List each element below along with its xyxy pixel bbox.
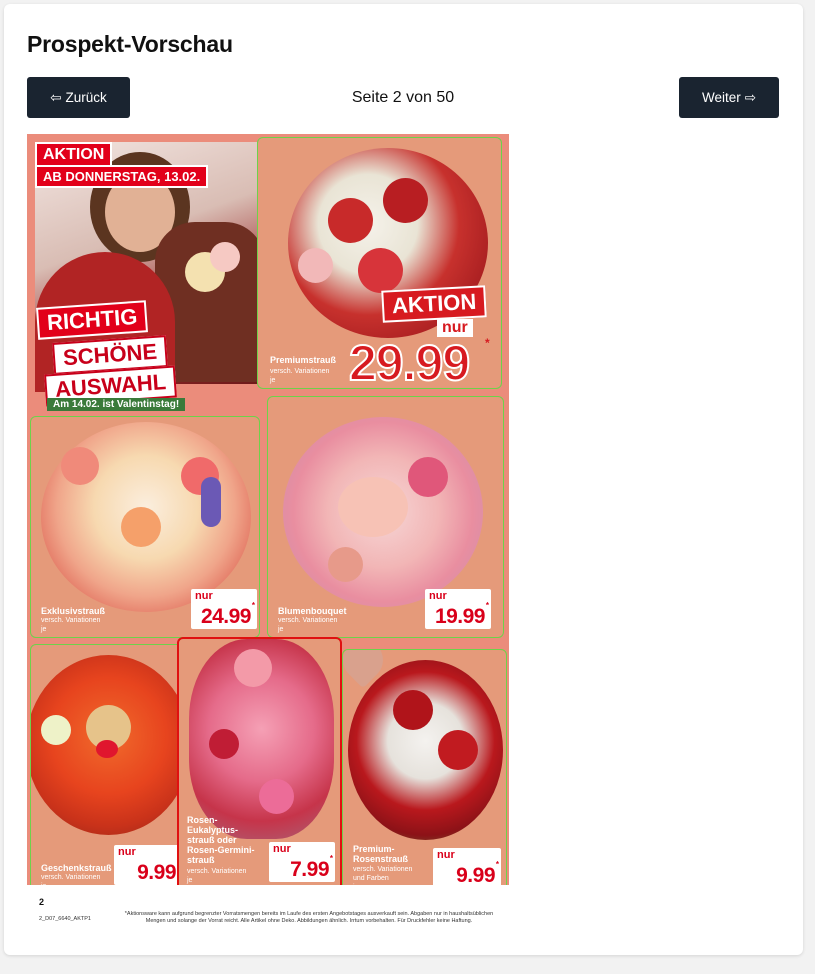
product-name: Geschenkstrauß <box>41 863 112 873</box>
aktion-date-badge: AB DONNERSTAG, 13.02. <box>35 165 209 188</box>
product-geschenkstrauss[interactable]: Geschenkstrauß versch. Variationen je nu… <box>30 644 185 885</box>
next-page-label: Weiter <box>701 90 741 105</box>
featured-aktion-badge: AKTION <box>381 285 488 323</box>
product-blumenbouquet[interactable]: Blumenbouquet versch. Variationen je nur… <box>267 396 504 638</box>
next-page-button[interactable]: Weiter ⇨ <box>679 77 779 118</box>
product-premium-rosenstrauss[interactable]: Premium- Rosenstrauß versch. Variationen… <box>342 649 507 885</box>
valentine-note: Am 14.02. ist Valentinstag! <box>47 398 186 411</box>
product-name: Premiumstrauß <box>270 355 337 365</box>
product-rosen-eukalyptusstrauss[interactable]: Rosen- Eukalyptus- strauß oder Rosen-Ger… <box>177 637 342 885</box>
flyer-disclaimer: *Aktionsware kann aufgrund begrenzter Vo… <box>124 911 494 924</box>
product-exklusivstrauss[interactable]: Exklusivstrauß versch. Variationen je nu… <box>30 416 260 638</box>
flyer-page-number: 2 <box>39 897 45 907</box>
flyer-code: 2_D07_6640_AKTP1 <box>39 916 91 922</box>
price-badge: nur 9.99 * <box>114 845 182 885</box>
product-name: Exklusivstrauß <box>41 606 106 616</box>
pagination-bar: ⇦ Zurück Seite 2 von 50 Weiter ⇨ <box>27 77 779 118</box>
preview-card: Prospekt-Vorschau ⇦ Zurück Seite 2 von 5… <box>4 4 803 955</box>
price-badge: nur 9.99 * <box>433 848 501 885</box>
page-indicator: Seite 2 von 50 <box>351 89 455 106</box>
price-badge: nur 24.99 * <box>191 589 257 629</box>
price-badge: nur 19.99 * <box>425 589 491 629</box>
price-badge: nur 7.99 * <box>269 842 335 882</box>
product-name: Blumenbouquet <box>278 606 347 616</box>
page-title: Prospekt-Vorschau <box>27 31 233 57</box>
featured-price: 29.99 <box>348 334 471 392</box>
arrow-right-icon: ⇨ <box>744 89 757 105</box>
flyer-page-image[interactable]: AKTION AB DONNERSTAG, 13.02. RICHTIG SCH… <box>27 134 509 885</box>
